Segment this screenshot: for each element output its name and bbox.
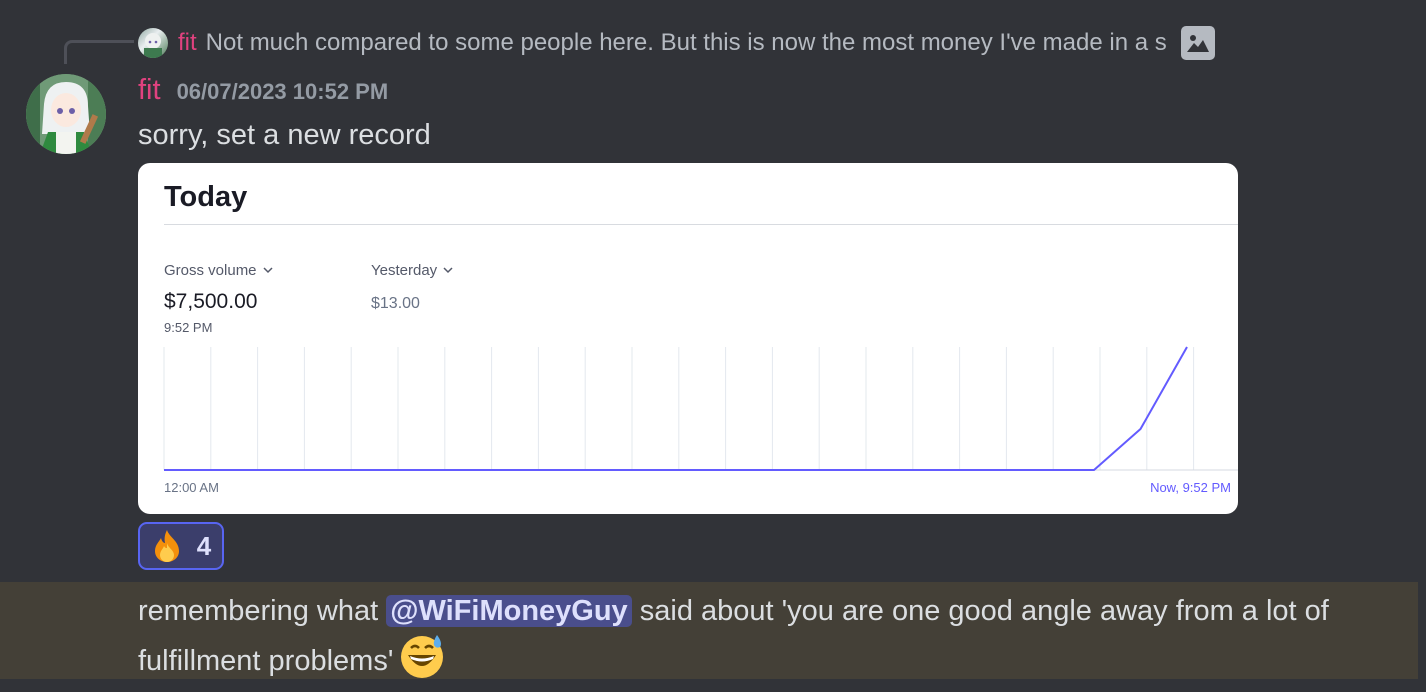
message-author[interactable]: fit bbox=[138, 74, 161, 107]
x-tick-label-end: Now, 9:52 PM bbox=[1150, 480, 1231, 495]
reaction-count: 4 bbox=[196, 530, 212, 561]
gross-volume-chart bbox=[163, 346, 1238, 471]
author-avatar[interactable] bbox=[26, 74, 106, 154]
chart-series-line bbox=[164, 346, 1188, 471]
reply-preview[interactable]: fit Not much compared to some people her… bbox=[138, 26, 1215, 60]
reply-connector bbox=[64, 40, 134, 64]
message-text: sorry, set a new record bbox=[138, 119, 431, 151]
followup-message: remembering what @WiFiMoneyGuy said abou… bbox=[138, 589, 1338, 692]
dashboard-screenshot[interactable]: Today Gross volume Yesterday $7,500.00 9… bbox=[138, 163, 1238, 514]
reply-author[interactable]: fit bbox=[178, 29, 197, 57]
message-timestamp[interactable]: 06/07/2023 10:52 PM bbox=[177, 79, 389, 105]
image-icon bbox=[1180, 26, 1215, 60]
grinning-sweat-emoji-icon bbox=[399, 633, 445, 692]
fire-emoji-icon bbox=[154, 530, 179, 562]
message-header: fit 06/07/2023 10:52 PM bbox=[138, 74, 388, 107]
followup-text-before: remembering what bbox=[138, 595, 387, 627]
reply-text[interactable]: Not much compared to some people here. B… bbox=[206, 29, 1167, 57]
user-mention[interactable]: @WiFiMoneyGuy bbox=[386, 595, 632, 627]
reaction-fire[interactable]: 4 bbox=[138, 522, 224, 570]
reply-avatar[interactable] bbox=[138, 28, 168, 58]
x-tick-label-start: 12:00 AM bbox=[164, 480, 219, 495]
